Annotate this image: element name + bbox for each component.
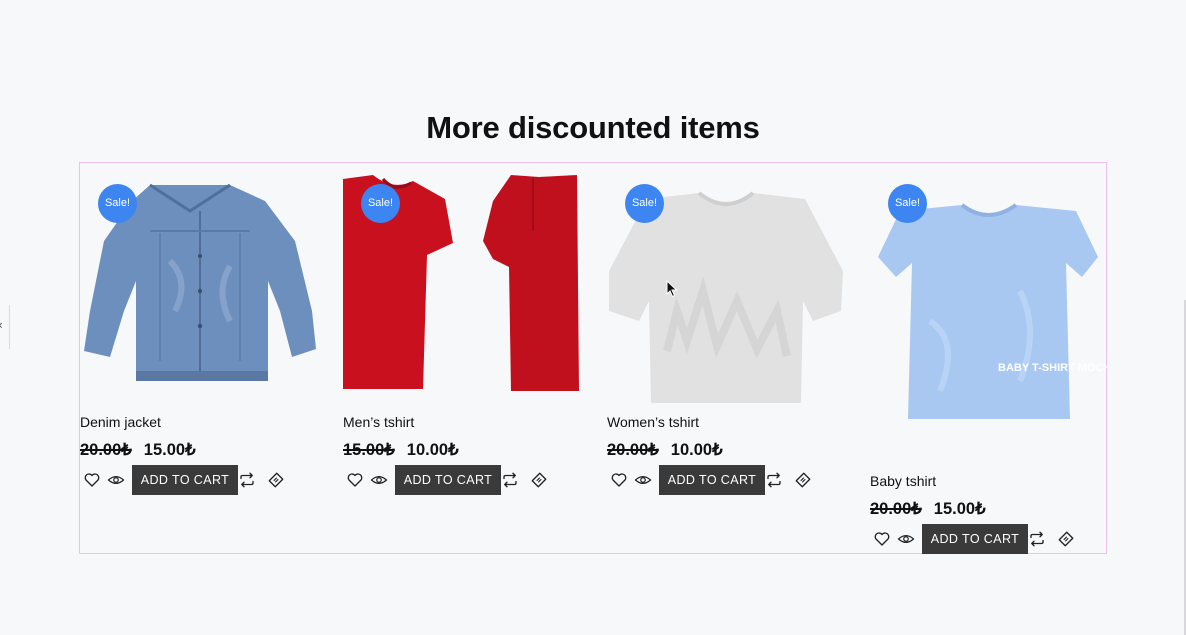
side-panel-toggle[interactable]: ‹ bbox=[0, 305, 10, 349]
tag-icon[interactable] bbox=[267, 471, 285, 489]
eye-icon[interactable] bbox=[634, 471, 652, 489]
heart-icon[interactable] bbox=[83, 471, 101, 489]
old-price: 20.00₺ bbox=[870, 500, 922, 518]
product-grid: Sale! Denim jacket 20.00₺ 15.00₺ ADD TO C… bbox=[79, 162, 1110, 554]
tag-icon[interactable] bbox=[530, 471, 548, 489]
heart-icon[interactable] bbox=[873, 530, 891, 548]
sale-price: 10.00₺ bbox=[406, 441, 459, 459]
add-to-cart-button[interactable]: ADD TO CART bbox=[395, 465, 501, 495]
old-price: 20.00₺ bbox=[607, 441, 659, 459]
product-prices: 20.00₺ 15.00₺ bbox=[80, 440, 196, 460]
sale-price: 10.00₺ bbox=[670, 441, 723, 459]
sale-price: 15.00₺ bbox=[143, 441, 196, 459]
mouse-cursor-icon bbox=[666, 279, 678, 303]
product-image-womens-tshirt[interactable]: Sale! bbox=[607, 171, 845, 411]
section-title: More discounted items bbox=[426, 110, 760, 145]
old-price: 15.00₺ bbox=[343, 441, 395, 459]
eye-icon[interactable] bbox=[370, 471, 388, 489]
tag-icon[interactable] bbox=[794, 471, 812, 489]
sale-badge: Sale! bbox=[361, 184, 400, 223]
add-to-cart-button[interactable]: ADD TO CART bbox=[132, 465, 238, 495]
compare-arrows-icon[interactable] bbox=[765, 471, 783, 489]
eye-icon[interactable] bbox=[897, 530, 915, 548]
heart-icon[interactable] bbox=[610, 471, 628, 489]
tag-icon[interactable] bbox=[1057, 530, 1075, 548]
product-name[interactable]: Men’s tshirt bbox=[343, 414, 414, 430]
product-image-mens-tshirt[interactable]: Sale! bbox=[343, 171, 581, 411]
mockup-text: BABY T-SHIRT MOCKUP bbox=[998, 362, 1108, 374]
heart-icon[interactable] bbox=[346, 471, 364, 489]
chevron-left-icon[interactable]: ‹ bbox=[0, 318, 3, 332]
add-to-cart-button[interactable]: ADD TO CART bbox=[659, 465, 765, 495]
product-actions: ADD TO CART bbox=[607, 465, 847, 495]
old-price: 20.00₺ bbox=[80, 441, 132, 459]
product-actions: ADD TO CART bbox=[343, 465, 583, 495]
sale-badge: Sale! bbox=[98, 184, 137, 223]
product-image-denim-jacket[interactable]: Sale! bbox=[80, 171, 318, 411]
product-prices: 15.00₺ 10.00₺ bbox=[343, 440, 459, 460]
sale-price: 15.00₺ bbox=[933, 500, 986, 518]
sale-badge: Sale! bbox=[625, 184, 664, 223]
product-image-baby-tshirt[interactable]: BABY T-SHIRT MOCKUP Sale! bbox=[870, 171, 1108, 471]
add-to-cart-button[interactable]: ADD TO CART bbox=[922, 524, 1028, 554]
product-actions: ADD TO CART bbox=[870, 524, 1110, 554]
product-name[interactable]: Women’s tshirt bbox=[607, 414, 699, 430]
compare-arrows-icon[interactable] bbox=[501, 471, 519, 489]
eye-icon[interactable] bbox=[107, 471, 125, 489]
compare-arrows-icon[interactable] bbox=[238, 471, 256, 489]
compare-arrows-icon[interactable] bbox=[1028, 530, 1046, 548]
product-name[interactable]: Baby tshirt bbox=[870, 473, 936, 489]
product-actions: ADD TO CART bbox=[80, 465, 320, 495]
product-name[interactable]: Denim jacket bbox=[80, 414, 161, 430]
sale-badge: Sale! bbox=[888, 184, 927, 223]
product-prices: 20.00₺ 10.00₺ bbox=[607, 440, 723, 460]
product-prices: 20.00₺ 15.00₺ bbox=[870, 499, 986, 519]
